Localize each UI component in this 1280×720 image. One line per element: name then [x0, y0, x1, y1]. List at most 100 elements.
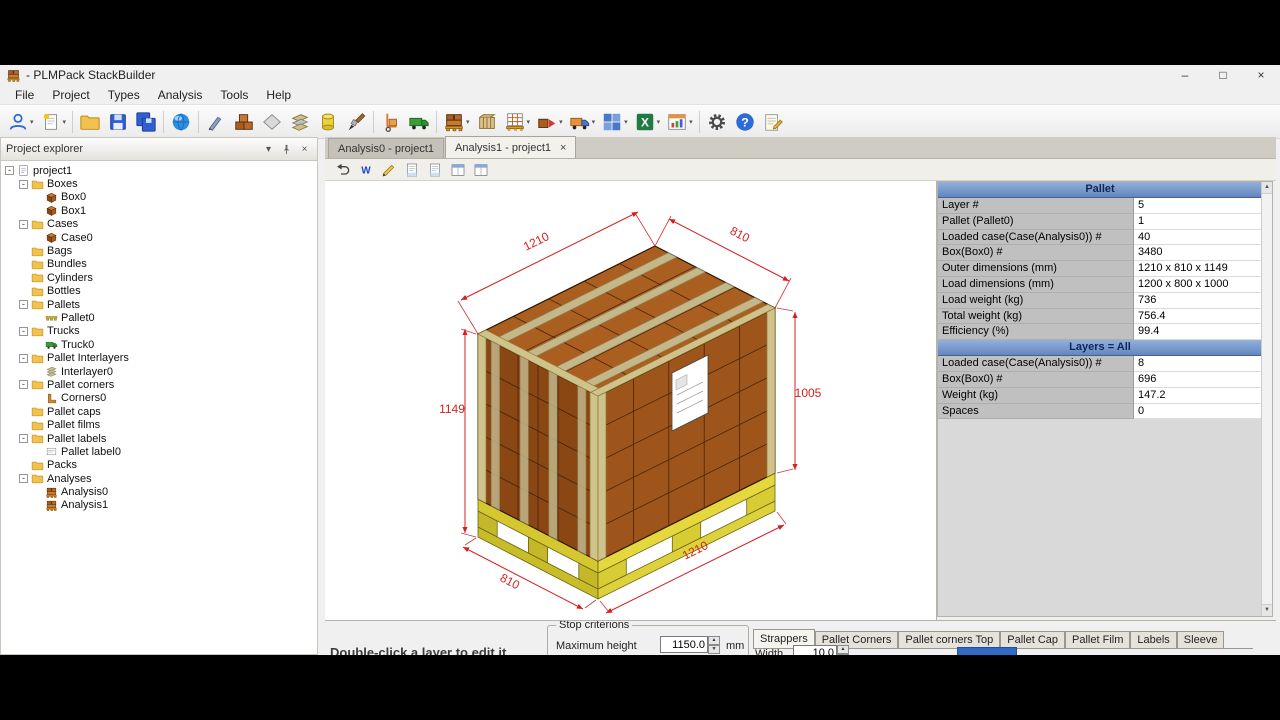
tree-item-bottles[interactable]: Bottles: [1, 285, 317, 298]
tree-item-box0[interactable]: Box0: [1, 191, 317, 204]
tree-item-project1[interactable]: - project1: [1, 164, 317, 177]
bottom-tab-pallet-corners-top[interactable]: Pallet corners Top: [898, 631, 1001, 648]
width-input[interactable]: [793, 645, 837, 655]
notes-edit-button[interactable]: [760, 106, 786, 138]
user-button[interactable]: ▾: [5, 106, 36, 138]
dropdown-arrow-icon[interactable]: ▾: [689, 118, 693, 126]
close-panel-icon[interactable]: ×: [297, 142, 312, 157]
layers-button[interactable]: [287, 106, 313, 138]
menu-project[interactable]: Project: [43, 86, 98, 104]
pallet-analysis-button[interactable]: ▾: [441, 106, 472, 138]
bottom-tab-pallet-cap[interactable]: Pallet Cap: [1000, 631, 1066, 648]
dropdown-arrow-icon[interactable]: ▾: [559, 118, 563, 126]
save-all-button[interactable]: [133, 106, 159, 138]
menu-tools[interactable]: Tools: [211, 86, 257, 104]
tree-item-packs[interactable]: Packs: [1, 459, 317, 472]
tree-item-cylinders[interactable]: Cylinders: [1, 271, 317, 284]
tree-item-pallet-label0[interactable]: Pallet label0: [1, 445, 317, 458]
tree-item-analysis0[interactable]: Analysis0: [1, 485, 317, 498]
tree-item-bags[interactable]: Bags: [1, 244, 317, 257]
tab-close-icon[interactable]: ×: [560, 142, 566, 154]
expander-icon[interactable]: -: [5, 166, 14, 176]
expander-icon[interactable]: -: [19, 434, 28, 443]
tree-item-pallet-corners[interactable]: - Pallet corners: [1, 378, 317, 391]
wireframe-w-button[interactable]: [355, 160, 376, 179]
panel-layout-1-button[interactable]: [447, 160, 468, 179]
tree-item-truck0[interactable]: Truck0: [1, 338, 317, 351]
dimension-pencil-button[interactable]: [378, 160, 399, 179]
expander-icon[interactable]: -: [19, 219, 28, 229]
pin-icon[interactable]: [279, 142, 294, 157]
dropdown-arrow-icon[interactable]: ▾: [466, 118, 470, 126]
expander-icon[interactable]: -: [19, 353, 28, 363]
tree-item-corners0[interactable]: Corners0: [1, 392, 317, 405]
report-chart-button[interactable]: ▾: [664, 106, 695, 138]
minimize-button[interactable]: –: [1166, 65, 1204, 85]
tree-item-pallet-caps[interactable]: Pallet caps: [1, 405, 317, 418]
pallet-grid-button[interactable]: ▾: [502, 106, 533, 138]
crate-analysis-button[interactable]: [474, 106, 500, 138]
hand-truck-button[interactable]: [378, 106, 404, 138]
view-option-1-button[interactable]: [401, 160, 422, 179]
tree-item-case0[interactable]: Case0: [1, 231, 317, 244]
width-stepper[interactable]: ▲▼: [837, 645, 849, 655]
truck-button[interactable]: [406, 106, 432, 138]
tree-item-cases[interactable]: - Cases: [1, 218, 317, 231]
view-option-2-button[interactable]: [424, 160, 445, 179]
dropdown-arrow-icon[interactable]: ▾: [624, 118, 628, 126]
viewport-3d[interactable]: 1210 810 1149 1005 1210 810: [325, 181, 937, 620]
scroll-up-icon[interactable]: ▲: [1262, 182, 1272, 194]
expander-icon[interactable]: -: [19, 300, 28, 310]
menu-analysis[interactable]: Analysis: [149, 86, 212, 104]
expander-icon[interactable]: -: [19, 326, 28, 336]
tab-analysis0-project1[interactable]: Analysis0 - project1: [328, 138, 444, 158]
max-height-input[interactable]: [660, 636, 708, 653]
menu-help[interactable]: Help: [257, 86, 300, 104]
expander-icon[interactable]: -: [19, 179, 28, 189]
bottom-tab-labels[interactable]: Labels: [1130, 631, 1177, 648]
web-globe-button[interactable]: [168, 106, 194, 138]
menu-file[interactable]: File: [6, 86, 43, 104]
excel-export-button[interactable]: ▾: [632, 106, 663, 138]
bottom-tab-sleeve[interactable]: Sleeve: [1176, 631, 1225, 648]
save-button[interactable]: [105, 106, 131, 138]
tree-item-interlayer0[interactable]: Interlayer0: [1, 365, 317, 378]
grid-analysis-button[interactable]: ▾: [599, 106, 630, 138]
properties-scrollbar[interactable]: ▲ ▼: [1261, 182, 1272, 616]
tree-item-trucks[interactable]: - Trucks: [1, 325, 317, 338]
tree-item-pallet-labels[interactable]: - Pallet labels: [1, 432, 317, 445]
tree-item-pallets[interactable]: - Pallets: [1, 298, 317, 311]
expander-icon[interactable]: -: [19, 380, 28, 390]
menu-types[interactable]: Types: [99, 86, 149, 104]
boxes-button[interactable]: [231, 106, 257, 138]
panel-layout-2-button[interactable]: [470, 160, 491, 179]
edit-brush-button[interactable]: [203, 106, 229, 138]
close-button[interactable]: ×: [1242, 65, 1280, 85]
truck-analysis-button[interactable]: ▾: [567, 106, 598, 138]
undo-button[interactable]: [332, 160, 353, 179]
expander-icon[interactable]: -: [19, 474, 28, 484]
tree-item-bundles[interactable]: Bundles: [1, 258, 317, 271]
dropdown-arrow-icon[interactable]: ▾: [30, 118, 34, 126]
box-arrow-button[interactable]: ▾: [534, 106, 565, 138]
new-document-button[interactable]: ▾: [38, 106, 69, 138]
tree-item-boxes[interactable]: - Boxes: [1, 177, 317, 190]
tree-item-pallet-films[interactable]: Pallet films: [1, 418, 317, 431]
tree-item-pallet0[interactable]: Pallet0: [1, 311, 317, 324]
paintbrush-button[interactable]: [343, 106, 369, 138]
max-height-stepper[interactable]: ▲ ▼: [708, 636, 720, 654]
scroll-down-icon[interactable]: ▼: [1262, 604, 1272, 616]
tree-item-analysis1[interactable]: Analysis1: [1, 499, 317, 512]
combo-selection-partial[interactable]: [957, 647, 1017, 655]
bottom-tab-pallet-film[interactable]: Pallet Film: [1065, 631, 1131, 648]
settings-gear-button[interactable]: [704, 106, 730, 138]
dropdown-arrow-icon[interactable]: ▾: [657, 118, 661, 126]
tab-analysis1-project1[interactable]: Analysis1 - project1 ×: [445, 136, 577, 158]
cylinder-button[interactable]: [315, 106, 341, 138]
dropdown-arrow-icon[interactable]: ▾: [592, 118, 596, 126]
maximize-button[interactable]: □: [1204, 65, 1242, 85]
interlayer-sheet-button[interactable]: [259, 106, 285, 138]
dropdown-arrow-icon[interactable]: ▾: [63, 118, 67, 126]
help-button[interactable]: [732, 106, 758, 138]
dropdown-arrow-icon[interactable]: ▾: [527, 118, 531, 126]
